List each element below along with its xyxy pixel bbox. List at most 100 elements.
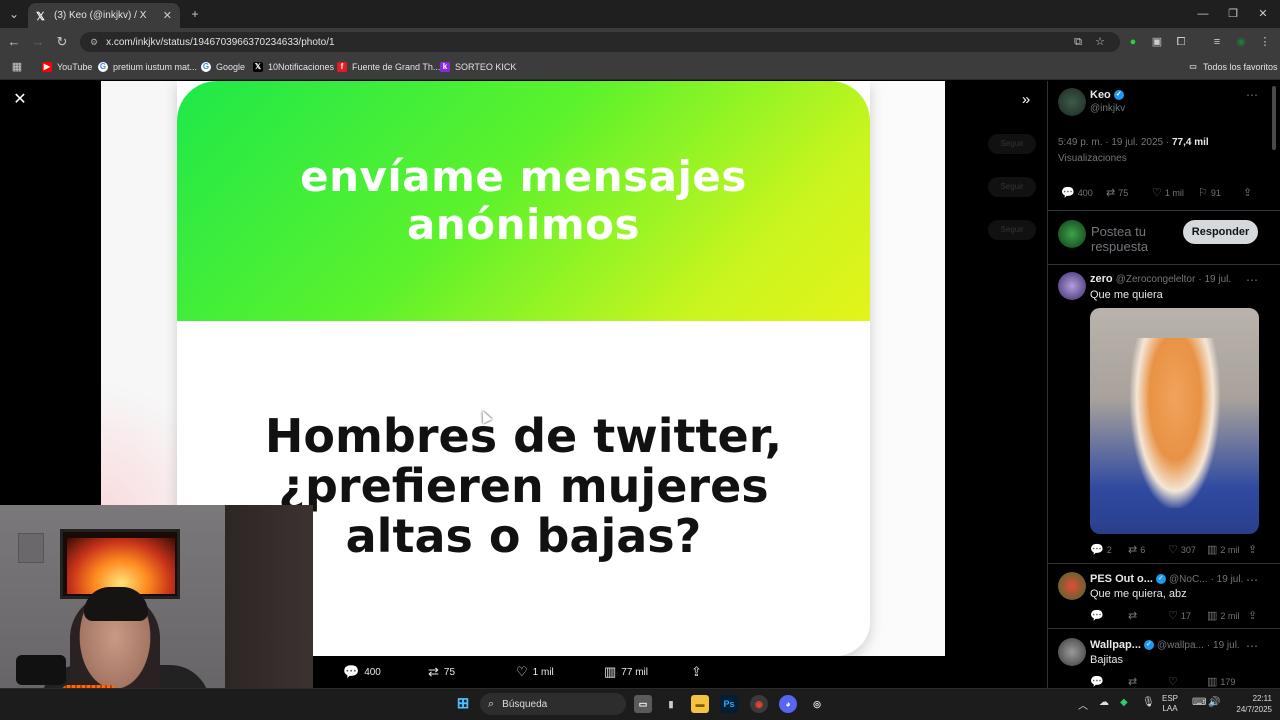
- chrome-menu-icon[interactable]: ⋮: [1258, 35, 1272, 49]
- bookmark-pretium[interactable]: G pretium iustum mat...: [98, 60, 197, 74]
- sidebar-share-stat[interactable]: ⇪: [1243, 186, 1255, 199]
- more-options-icon[interactable]: ⋯: [1246, 639, 1258, 653]
- file-explorer-icon[interactable]: ▬: [691, 695, 709, 713]
- reply-date[interactable]: · 19 jul.: [1211, 574, 1244, 585]
- reply-stat-reposts[interactable]: ⇄ 6: [1128, 543, 1145, 556]
- reply-stat-views[interactable]: ▥ 179: [1207, 675, 1235, 688]
- restore-icon[interactable]: ❐: [1218, 4, 1248, 24]
- more-options-icon[interactable]: ⋯: [1246, 273, 1258, 287]
- reply-avatar[interactable]: [1058, 572, 1086, 600]
- reply-stat-reposts[interactable]: ⇄: [1128, 675, 1140, 688]
- install-app-icon[interactable]: ⧉: [1071, 35, 1085, 49]
- share-action[interactable]: ⇪: [691, 664, 707, 680]
- bookmark-youtube[interactable]: ▶ YouTube: [42, 60, 92, 74]
- close-viewer-icon[interactable]: ✕: [12, 92, 28, 108]
- reply-date[interactable]: · 19 jul.: [1207, 640, 1240, 651]
- reload-icon[interactable]: ↻: [54, 34, 70, 50]
- media-queue-icon[interactable]: ≡: [1210, 35, 1224, 49]
- reply-stat-views[interactable]: ▥ 2 mil: [1207, 609, 1239, 622]
- chrome-icon[interactable]: ◉: [750, 695, 768, 713]
- extensions-puzzle-icon[interactable]: ⧠: [1174, 35, 1188, 49]
- reply-stat-reposts[interactable]: ⇄: [1128, 609, 1140, 622]
- bookmark-fuente-gta[interactable]: f Fuente de Grand Th...: [337, 60, 440, 74]
- network-icon[interactable]: ⌨: [1192, 697, 1206, 708]
- reply-stat-likes[interactable]: ♡: [1168, 675, 1181, 688]
- extension-icon[interactable]: ▣: [1150, 35, 1164, 49]
- my-avatar[interactable]: [1058, 220, 1086, 248]
- site-info-icon[interactable]: ⚙: [90, 37, 98, 48]
- tray-overflow-icon[interactable]: ︿: [1078, 697, 1088, 712]
- reply-button[interactable]: Responder: [1183, 220, 1258, 244]
- discord-icon[interactable]: ◕: [779, 695, 797, 713]
- apps-grid-icon[interactable]: ▦: [10, 60, 24, 74]
- repost-action[interactable]: ⇄ 75: [428, 664, 455, 680]
- tweet-timestamp[interactable]: 5:49 p. m. · 19 jul. 2025 · 77,4 mil: [1058, 137, 1209, 148]
- extension-green-icon[interactable]: ●: [1126, 35, 1140, 49]
- reply-stat-likes[interactable]: ♡ 307: [1168, 543, 1196, 556]
- reply-stat-views[interactable]: ▥ 2 mil: [1207, 543, 1239, 556]
- cloud-icon[interactable]: ☁: [1099, 697, 1109, 708]
- bookmark-google[interactable]: G Google: [201, 60, 245, 74]
- reply-stat-replies[interactable]: 💬: [1090, 675, 1107, 688]
- minimize-icon[interactable]: —: [1188, 4, 1218, 24]
- bookmark-star-icon[interactable]: ☆: [1093, 35, 1107, 49]
- sidebar-reply-stat[interactable]: 💬 400: [1061, 186, 1093, 199]
- reply-author-name[interactable]: Wallpap...: [1090, 639, 1141, 651]
- photoshop-icon[interactable]: Ps: [720, 695, 738, 713]
- reply-stat-replies[interactable]: 💬 2: [1090, 543, 1112, 556]
- author-handle[interactable]: @inkjkv: [1090, 103, 1125, 114]
- windows-start-icon[interactable]: ⊞: [454, 695, 472, 713]
- reply-avatar[interactable]: [1058, 638, 1086, 666]
- volume-icon[interactable]: 🔊: [1208, 697, 1220, 708]
- microphone-icon[interactable]: 🎙: [1142, 697, 1155, 708]
- reply-handle[interactable]: @wallpa...: [1157, 640, 1204, 651]
- back-icon[interactable]: ←: [6, 34, 22, 50]
- bookmark-notificaciones[interactable]: 𝕏 10Notificaciones: [253, 60, 334, 74]
- more-options-icon[interactable]: ⋯: [1246, 573, 1258, 587]
- sidebar-scrollbar[interactable]: [1272, 86, 1276, 150]
- bookmark-label: Google: [216, 62, 246, 72]
- tray-app-icon[interactable]: ◆: [1120, 697, 1128, 708]
- clock[interactable]: 22:11 24/7/2025: [1228, 693, 1272, 715]
- all-bookmarks[interactable]: ▭ Todos los favoritos: [1188, 60, 1277, 74]
- browser-tab[interactable]: 𝕏 (3) Keo (@inkjkv) / X ✕: [28, 3, 180, 28]
- stat-value: 1 mil: [1164, 187, 1184, 198]
- reply-action[interactable]: 💬 400: [343, 664, 381, 680]
- divider: [1047, 210, 1280, 211]
- language-indicator[interactable]: ESP LAA: [1162, 694, 1178, 714]
- bookmark-sorteo-kick[interactable]: k SORTEO KICK: [440, 60, 516, 74]
- reply-handle[interactable]: @NoC...: [1169, 574, 1208, 585]
- reply-avatar[interactable]: [1058, 272, 1086, 300]
- obs-icon[interactable]: ◎: [808, 695, 826, 713]
- new-tab-button[interactable]: +: [187, 6, 203, 22]
- expand-sidebar-icon[interactable]: »: [1018, 92, 1034, 108]
- like-action[interactable]: ♡ 1 mil: [516, 664, 554, 680]
- reply-author-name[interactable]: zero: [1090, 273, 1113, 285]
- author-name[interactable]: Keo ✓: [1090, 89, 1124, 101]
- sidebar-repost-stat[interactable]: ⇄ 75: [1106, 186, 1128, 199]
- reply-stat-likes[interactable]: ♡ 17: [1168, 609, 1191, 622]
- views-action[interactable]: ▥ 77 mil: [604, 664, 648, 680]
- forward-icon[interactable]: →: [30, 34, 46, 50]
- reply-author-name[interactable]: PES Out o...: [1090, 573, 1153, 585]
- task-view-icon[interactable]: ▭: [634, 695, 652, 713]
- reply-gif[interactable]: [1090, 308, 1259, 534]
- reply-input[interactable]: Postea tu respuesta: [1091, 224, 1179, 254]
- sidebar-like-stat[interactable]: ♡ 1 mil: [1152, 186, 1184, 199]
- reply-header: zero @Zerocongeleltor · 19 jul.: [1090, 273, 1231, 285]
- reply-stat-share[interactable]: ⇪: [1248, 609, 1260, 622]
- reply-stat-replies[interactable]: 💬: [1090, 609, 1107, 622]
- tab-close-icon[interactable]: ✕: [163, 9, 172, 22]
- profile-avatar-icon[interactable]: ◉: [1234, 35, 1248, 49]
- tab-search-icon[interactable]: ⌄: [6, 6, 22, 22]
- reply-stat-share[interactable]: ⇪: [1248, 543, 1260, 556]
- taskbar-search[interactable]: ⌕ Búsqueda: [480, 693, 626, 715]
- author-avatar[interactable]: [1058, 88, 1086, 116]
- reply-date[interactable]: · 19 jul.: [1198, 274, 1231, 285]
- address-bar[interactable]: ⚙ x.com/inkjkv/status/194670396637023463…: [80, 32, 1120, 52]
- window-close-icon[interactable]: ✕: [1248, 4, 1278, 24]
- reply-handle[interactable]: @Zerocongeleltor: [1116, 274, 1196, 285]
- more-options-icon[interactable]: ⋯: [1246, 88, 1258, 102]
- sidebar-bookmark-stat[interactable]: ⚐ 91: [1198, 186, 1221, 199]
- app-icon[interactable]: ▮: [662, 695, 680, 713]
